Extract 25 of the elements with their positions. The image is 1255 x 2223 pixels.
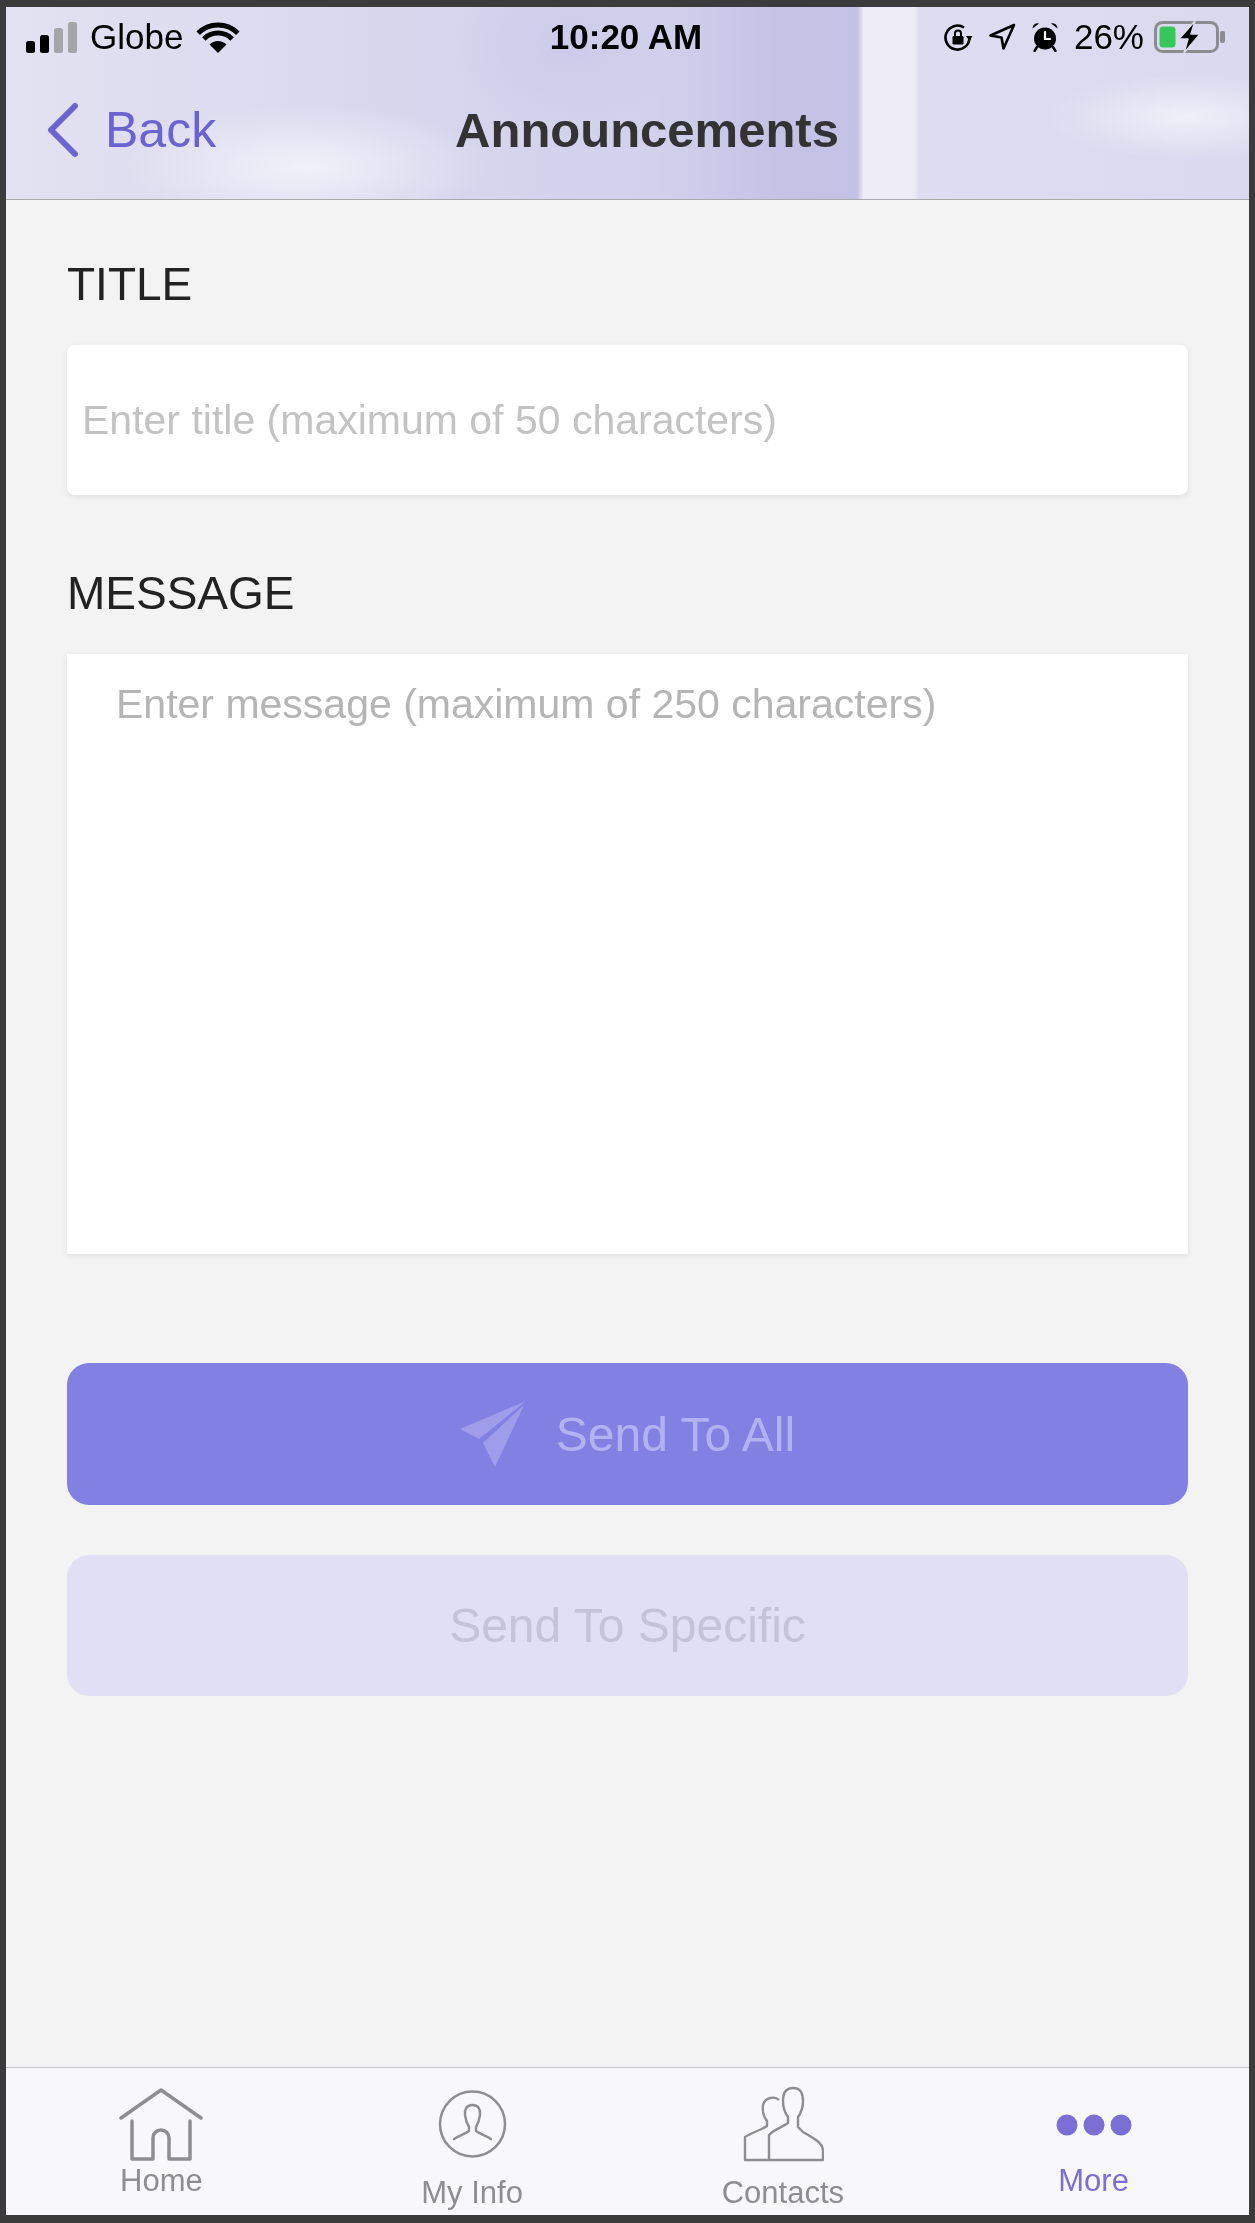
battery-percentage: 26%	[1073, 17, 1144, 57]
signal-strength-icon	[26, 21, 77, 53]
text-input-field[interactable]: Enter title (maximum of 50 characters)	[67, 345, 1188, 495]
two-people-icon	[741, 2086, 824, 2162]
carrier-name: Globe	[90, 17, 184, 57]
battery-icon	[1154, 21, 1226, 53]
house-icon	[119, 2088, 204, 2162]
wifi-icon	[196, 21, 241, 53]
page-title: Announcements	[455, 102, 839, 159]
chevron-left-icon	[45, 102, 79, 158]
alarm-clock-icon	[1030, 22, 1059, 52]
person-circle-icon	[437, 2090, 507, 2158]
field-label: MESSAGE	[67, 568, 296, 618]
field-label: TITLE	[67, 259, 194, 309]
rotation-lock-icon	[942, 23, 973, 51]
location-arrow-icon	[987, 23, 1016, 51]
tab-bar-item[interactable]: My Info	[316, 2068, 628, 2215]
status-time: 10:20 AM	[549, 17, 703, 57]
more-dots-icon	[1055, 2114, 1132, 2136]
tab-bar-item[interactable]: Home	[6, 2068, 317, 2215]
paper-plane-icon	[459, 1401, 526, 1467]
text-area-field[interactable]: Enter message (maximum of 250 characters)	[67, 654, 1188, 1254]
back-button[interactable]: Back	[45, 101, 217, 159]
tab-bar-item[interactable]: More	[938, 2068, 1249, 2215]
tab-bar-item[interactable]: Contacts	[627, 2068, 939, 2215]
